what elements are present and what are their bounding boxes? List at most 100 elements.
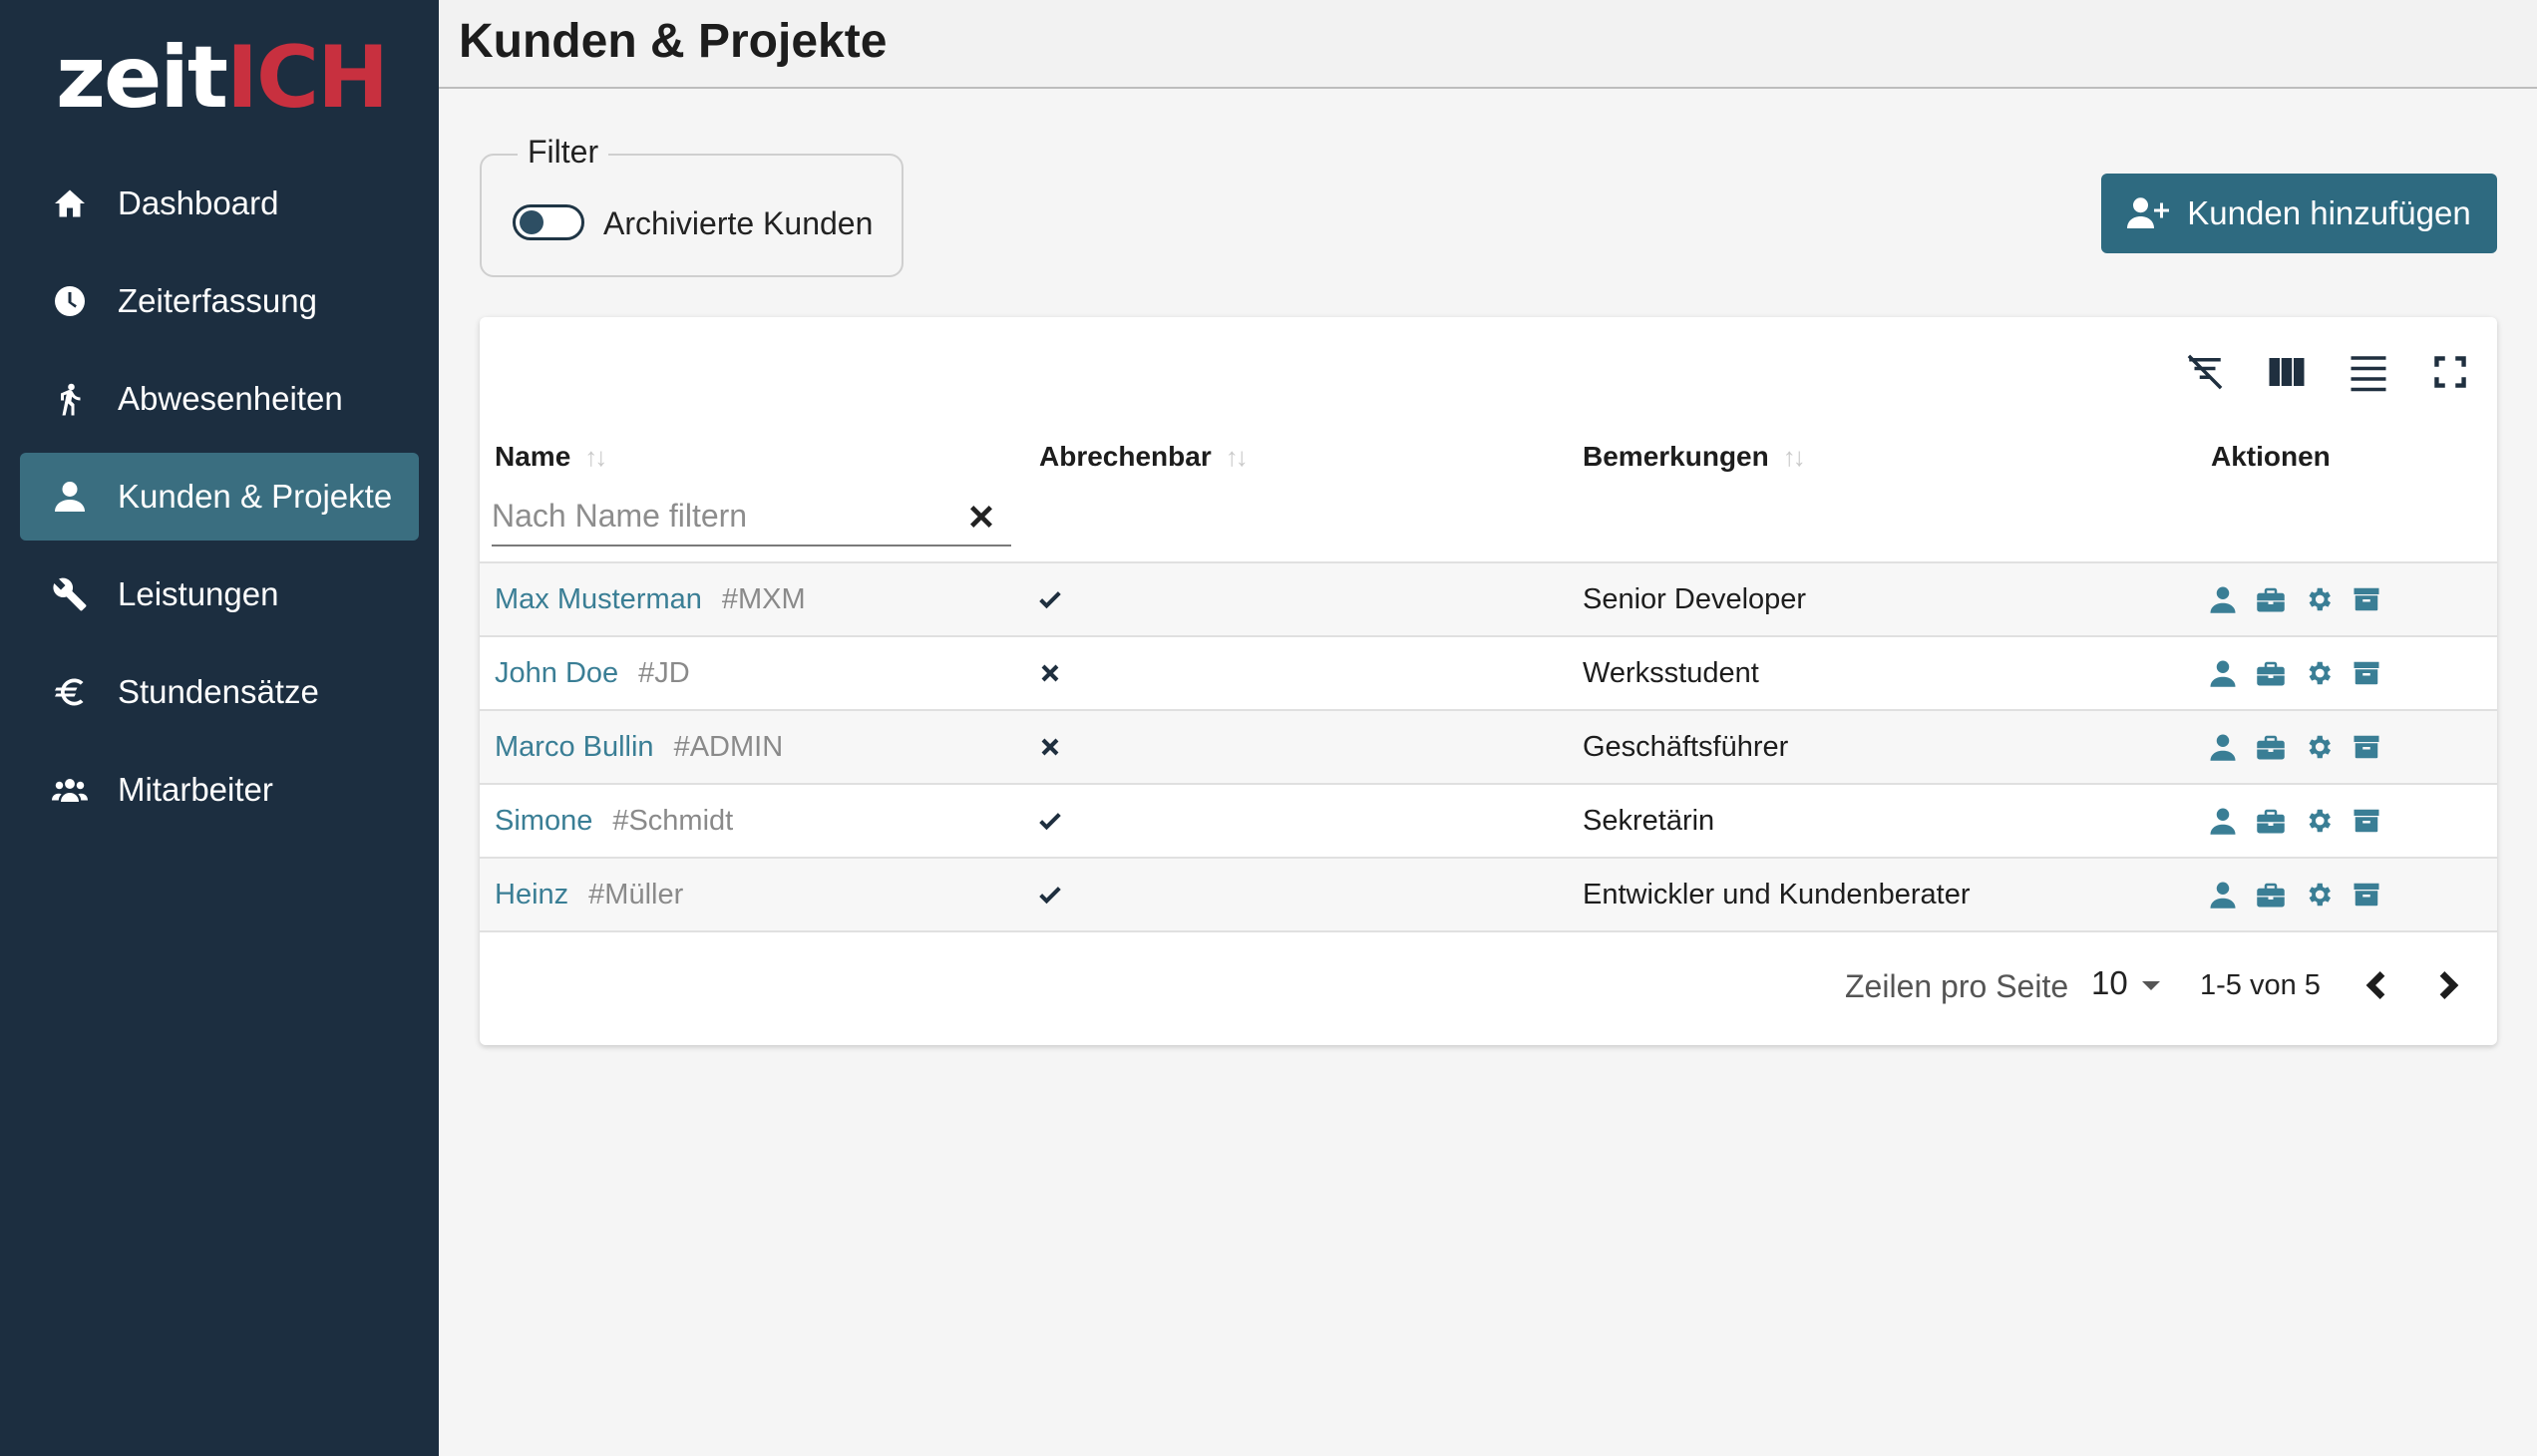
billable-cell [1036, 637, 1064, 709]
home-icon [50, 183, 90, 223]
sort-icon[interactable]: ↑↓ [1226, 442, 1249, 473]
customer-name-link[interactable]: Simone [495, 805, 592, 838]
sidebar-item-kunden-projekte[interactable]: Kunden & Projekte [20, 453, 419, 541]
cross-icon [1041, 738, 1059, 756]
sidebar-item-label: Kunden & Projekte [118, 478, 393, 515]
pagination-range: 1-5 von 5 [2200, 969, 2321, 1001]
customer-name-link[interactable]: Heinz [495, 879, 568, 911]
name-cell: Heinz #Müller [495, 859, 683, 930]
column-header-label: Bemerkungen [1583, 441, 1769, 472]
archived-customers-label[interactable]: Archivierte Kunden [603, 205, 873, 242]
archive-icon[interactable] [2352, 732, 2381, 762]
name-filter-input[interactable] [492, 491, 950, 541]
notes-cell: Senior Developer [1583, 582, 1807, 615]
check-icon [1039, 887, 1061, 905]
add-customer-button[interactable]: Kunden hinzufügen [2101, 174, 2497, 253]
sidebar-item-label: Dashboard [118, 184, 279, 221]
sidebar-item-stundensaetze[interactable]: Stundensätze [20, 648, 419, 736]
sort-icon[interactable]: ↑↓ [1783, 442, 1806, 473]
customer-tag: #Schmidt [612, 804, 734, 837]
gear-icon[interactable] [2304, 658, 2334, 688]
sidebar-item-zeiterfassung[interactable]: Zeiterfassung [20, 257, 419, 345]
euro-icon [50, 672, 90, 712]
sidebar-item-mitarbeiter[interactable]: Mitarbeiter [20, 746, 419, 834]
customer-name-link[interactable]: Marco Bullin [495, 731, 654, 764]
logo-text-ich: ICH [225, 28, 389, 128]
fullscreen-icon[interactable] [2429, 351, 2471, 393]
add-customer-label: Kunden hinzufügen [2187, 194, 2471, 231]
sidebar-item-dashboard[interactable]: Dashboard [20, 160, 419, 247]
user-plus-icon [2127, 197, 2170, 228]
column-header-label: Abrechenbar [1039, 441, 1212, 472]
gear-icon[interactable] [2304, 806, 2334, 836]
toggle-knob [520, 210, 544, 234]
customer-name-link[interactable]: John Doe [495, 657, 618, 690]
sidebar-item-leistungen[interactable]: Leistungen [20, 550, 419, 638]
briefcase-icon[interactable] [2256, 806, 2286, 836]
check-icon [1039, 813, 1061, 831]
sidebar: zeit ICH Dashboard Zeiterfassung Abwesenh… [0, 0, 439, 1456]
clear-filter-icon[interactable] [965, 501, 997, 533]
gear-icon[interactable] [2304, 584, 2334, 614]
rows-per-page-select[interactable]: 10 [2091, 964, 2160, 1002]
previous-page-icon[interactable] [2357, 965, 2397, 1005]
notes-cell: Sekretärin [1583, 804, 1715, 837]
archive-icon[interactable] [2352, 658, 2381, 688]
sidebar-item-label: Leistungen [118, 575, 279, 612]
filter-box: Filter Archivierte Kunden [480, 134, 904, 277]
actions-cell [2208, 563, 2381, 635]
sidebar-item-label: Zeiterfassung [118, 282, 317, 319]
density-icon[interactable] [2348, 351, 2389, 393]
wrench-icon [50, 574, 90, 614]
archive-icon[interactable] [2352, 880, 2381, 910]
user-icon[interactable] [2208, 658, 2238, 688]
name-filter [492, 491, 1011, 546]
gear-icon[interactable] [2304, 732, 2334, 762]
billable-cell [1036, 859, 1064, 930]
notes-cell: Werksstudent [1583, 656, 1759, 689]
user-icon[interactable] [2208, 732, 2238, 762]
gear-icon[interactable] [2304, 880, 2334, 910]
column-header-actions: Aktionen [2211, 441, 2331, 473]
user-icon[interactable] [2208, 584, 2238, 614]
table-toolbar [2184, 351, 2471, 393]
user-icon[interactable] [2208, 880, 2238, 910]
caret-down-icon [2141, 980, 2160, 990]
user-icon[interactable] [2208, 806, 2238, 836]
table-body: Max Musterman #MXM Senior Developer John… [480, 561, 2497, 932]
filter-off-icon[interactable] [2184, 351, 2226, 393]
customer-name-link[interactable]: Max Musterman [495, 583, 702, 616]
briefcase-icon[interactable] [2256, 880, 2286, 910]
sidebar-item-label: Mitarbeiter [118, 771, 273, 808]
column-header-notes[interactable]: Bemerkungen ↑↓ [1583, 441, 1806, 473]
name-cell: Max Musterman #MXM [495, 563, 806, 635]
column-header-name[interactable]: Name ↑↓ [495, 441, 607, 473]
actions-cell [2208, 711, 2381, 783]
customer-tag: #MXM [721, 582, 806, 615]
briefcase-icon[interactable] [2256, 584, 2286, 614]
table-footer: Zeilen pro Seite 10 1-5 von 5 [480, 935, 2497, 1045]
columns-icon[interactable] [2266, 351, 2308, 393]
briefcase-icon[interactable] [2256, 732, 2286, 762]
users-icon [50, 770, 90, 810]
sidebar-item-label: Stundensätze [118, 673, 319, 710]
app-logo[interactable]: zeit ICH [56, 28, 389, 128]
archive-icon[interactable] [2352, 806, 2381, 836]
notes-cell: Entwickler und Kundenberater [1583, 878, 1971, 910]
briefcase-icon[interactable] [2256, 658, 2286, 688]
archive-icon[interactable] [2352, 584, 2381, 614]
table-row: Heinz #Müller Entwickler und Kundenberat… [480, 859, 2497, 932]
archived-customers-toggle[interactable] [513, 204, 584, 240]
rows-per-page-value: 10 [2091, 964, 2128, 1001]
column-header-label: Aktionen [2211, 441, 2331, 472]
logo-text-zeit: zeit [56, 28, 228, 128]
sidebar-item-abwesenheiten[interactable]: Abwesenheiten [20, 355, 419, 443]
top-bar: Kunden & Projekte [439, 0, 2537, 89]
next-page-icon[interactable] [2427, 965, 2467, 1005]
table-row: Marco Bullin #ADMIN Geschäftsführer [480, 711, 2497, 785]
filter-legend: Filter [518, 134, 609, 171]
column-header-billable[interactable]: Abrechenbar ↑↓ [1039, 441, 1249, 473]
cross-icon [1041, 664, 1059, 682]
name-cell: Marco Bullin #ADMIN [495, 711, 783, 783]
sort-icon[interactable]: ↑↓ [584, 442, 607, 473]
